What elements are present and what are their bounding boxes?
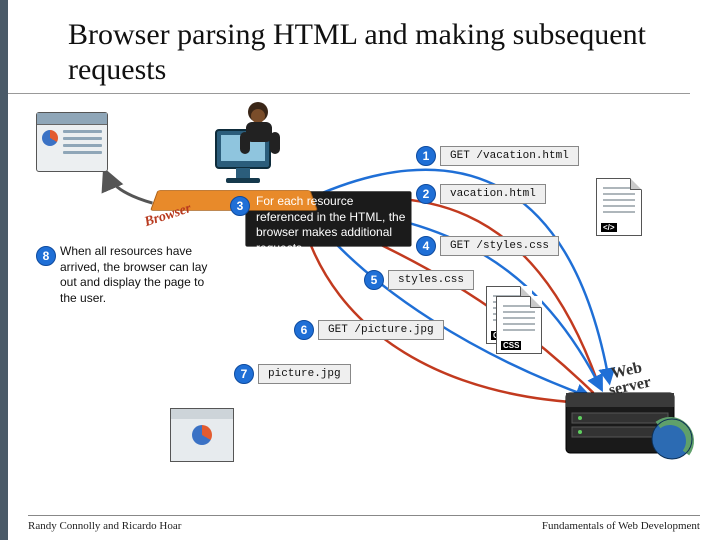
step-7-badge: 7: [234, 364, 254, 384]
step-6-badge: 6: [294, 320, 314, 340]
slide-title: Browser parsing HTML and making subseque…: [8, 0, 690, 94]
step-8-badge: 8: [36, 246, 56, 266]
rendered-page-icon: [36, 112, 108, 172]
html-document-icon: </>: [596, 178, 642, 236]
step-4-badge: 4: [416, 236, 436, 256]
image-file-icon: [170, 408, 234, 462]
footer-book-title: Fundamentals of Web Development: [542, 520, 700, 532]
step-3-text: For each resource referenced in the HTML…: [256, 194, 412, 256]
diagram-stage: Browser Webserver </> CSS CSS: [16, 98, 720, 500]
step-6-message: GET /picture.jpg: [318, 320, 444, 340]
step-2-message: vacation.html: [440, 184, 546, 204]
step-8-text: When all resources have arrived, the bro…: [60, 244, 210, 306]
css-document-icon: CSS: [496, 296, 542, 354]
step-1-message: GET /vacation.html: [440, 146, 579, 166]
step-5-badge: 5: [364, 270, 384, 290]
footer-authors: Randy Connolly and Ricardo Hoar: [28, 520, 181, 532]
step-5-message: styles.css: [388, 270, 474, 290]
slide-footer: Randy Connolly and Ricardo Hoar Fundamen…: [28, 515, 700, 532]
user-at-computer-icon: [196, 102, 306, 192]
step-4-message: GET /styles.css: [440, 236, 559, 256]
pie-chart-icon: [42, 130, 58, 146]
step-7-message: picture.jpg: [258, 364, 351, 384]
step-1-badge: 1: [416, 146, 436, 166]
step-2-badge: 2: [416, 184, 436, 204]
pie-chart-icon: [192, 425, 212, 445]
step-3-badge: 3: [230, 196, 250, 216]
